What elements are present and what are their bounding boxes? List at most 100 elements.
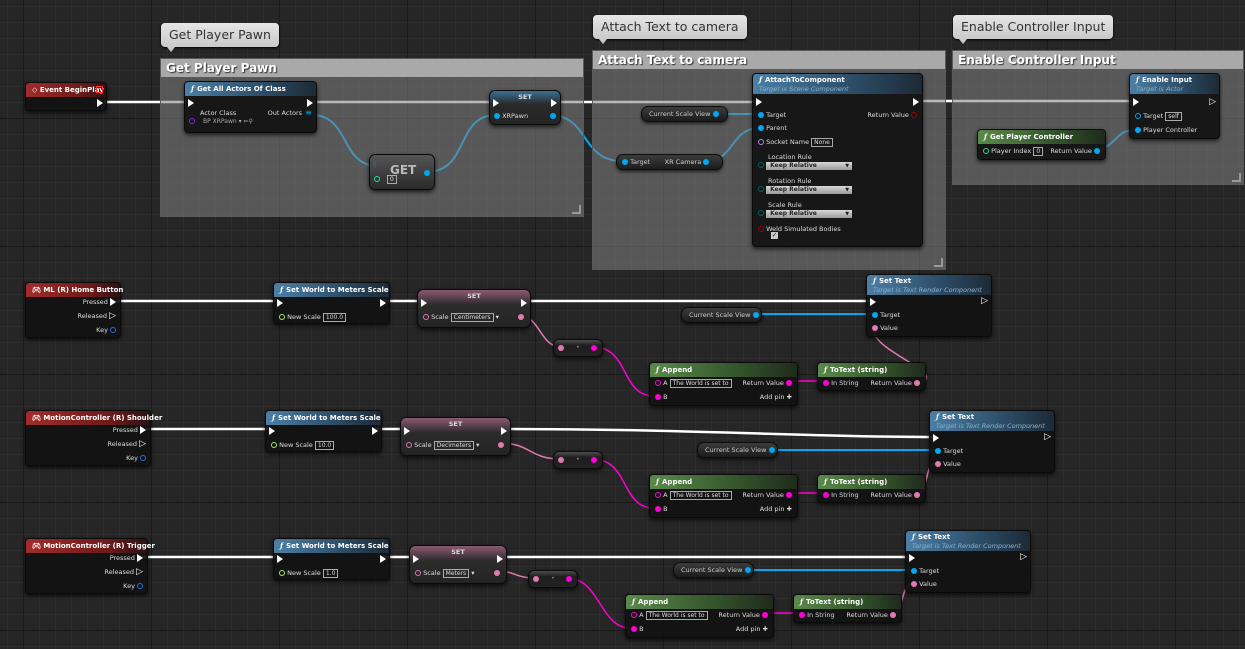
new-scale-input[interactable]: 1.0 <box>322 568 339 578</box>
exec-in-pin[interactable] <box>933 433 939 443</box>
comment-bubble-get-player-pawn[interactable]: Get Player Pawn <box>161 23 279 52</box>
released-pin[interactable]: Released ▷ <box>107 439 146 449</box>
actor-class-pin[interactable] <box>189 110 195 124</box>
get-all-actors-node[interactable]: ƒ Get All Actors Of Class Actor Class BP … <box>184 81 317 133</box>
exec-out-pin[interactable] <box>307 98 313 108</box>
rotation-rule-dropdown[interactable]: Keep Relative <box>766 186 853 194</box>
pressed-pin[interactable]: Pressed <box>110 553 143 563</box>
exec-in-pin[interactable] <box>756 97 762 107</box>
scale-rule-dropdown[interactable]: Keep Relative <box>766 210 853 218</box>
current-scale-view-variable[interactable]: Current Scale View <box>673 562 754 578</box>
set-text-node[interactable]: ƒ Set Text Target is Text Render Component… <box>905 530 1031 593</box>
rotation-rule-pin[interactable]: Keep Relative <box>758 184 853 194</box>
exec-in-pin[interactable] <box>909 553 915 563</box>
new-scale-pin[interactable]: New Scale 1.0 <box>279 568 339 578</box>
array-pin-icon[interactable]: ≡ <box>305 108 312 118</box>
b-pin[interactable]: B <box>655 504 668 514</box>
value-pin[interactable]: Value <box>872 323 898 333</box>
append-a-input[interactable]: The World is set to <box>669 378 732 388</box>
comment-bubble-enable-input[interactable]: Enable Controller Input <box>953 15 1114 44</box>
in-string-pin[interactable]: In String <box>823 378 859 388</box>
exec-in-pin[interactable] <box>421 298 427 308</box>
totext-node[interactable]: ƒ ToText (string) In String Return Value <box>793 594 902 623</box>
item-out-pin[interactable] <box>424 168 430 178</box>
scale-out-pin[interactable] <box>494 568 500 578</box>
append-node[interactable]: ƒ Append A The World is set to Return Val… <box>649 362 798 406</box>
a-pin[interactable]: A The World is set to <box>655 490 732 500</box>
a-pin[interactable]: A The World is set to <box>631 610 708 620</box>
append-node[interactable]: ƒ Append A The World is set to Return Val… <box>625 594 774 638</box>
target-pin[interactable]: Target <box>872 310 900 320</box>
player-controller-pin[interactable]: Player Controller <box>1135 125 1197 135</box>
value-pin[interactable]: Value <box>911 579 937 589</box>
target-pin[interactable]: Target <box>935 446 963 456</box>
in-pin[interactable] <box>558 455 564 465</box>
exec-in-pin[interactable] <box>277 554 283 564</box>
scale-enum-dropdown[interactable]: Decimeters <box>433 440 475 450</box>
delegate-pin-icon[interactable] <box>96 86 103 93</box>
get-player-controller-node[interactable]: ƒ Get Player Controller Player Index 0 Re… <box>977 129 1106 160</box>
return-value-pin[interactable]: Return Value <box>870 490 920 500</box>
scale-out-pin[interactable] <box>498 440 504 450</box>
b-pin[interactable]: B <box>631 624 644 634</box>
array-in-pin[interactable]: ⦙⦙ <box>373 160 377 170</box>
event-beginplay-node[interactable]: ◇ Event BeginPlay <box>25 82 107 111</box>
key-pin[interactable]: Key <box>96 325 116 335</box>
out-pin[interactable] <box>591 343 597 353</box>
in-pin[interactable] <box>533 574 539 584</box>
exec-in-pin[interactable] <box>277 298 283 308</box>
new-scale-pin[interactable]: New Scale 10.0 <box>271 440 335 450</box>
exec-in-pin[interactable] <box>188 98 194 108</box>
set-text-node[interactable]: ƒ Set Text Target is Text Render Component… <box>929 410 1055 473</box>
exec-out-pin[interactable] <box>551 98 557 108</box>
value-pin[interactable]: Value <box>935 459 961 469</box>
resize-handle[interactable] <box>934 258 943 267</box>
player-index-pin[interactable]: Player Index 0 <box>983 146 1044 156</box>
exec-in-pin[interactable] <box>870 297 876 307</box>
input-event-node[interactable]: 🎮︎ MotionController (R) Trigger Pressed … <box>25 538 155 594</box>
current-scale-view-variable[interactable]: Current Scale View <box>697 442 778 458</box>
enable-input-node[interactable]: ƒ Enable Input Target is Actor ▷ Target se… <box>1129 73 1220 139</box>
actor-class-dropdown[interactable]: BP XRPawn ▾ ⇐⚲ <box>203 117 253 127</box>
append-a-input[interactable]: The World is set to <box>645 610 708 620</box>
exec-in-pin[interactable] <box>404 426 410 436</box>
in-string-pin[interactable]: In String <box>823 490 859 500</box>
set-world-to-meters-node[interactable]: ƒ Set World to Meters Scale New Scale 10.… <box>265 410 382 452</box>
scale-enum-dropdown[interactable]: Meters <box>442 568 470 578</box>
b-pin[interactable]: B <box>655 392 668 402</box>
new-scale-input[interactable]: 10.0 <box>314 440 335 450</box>
key-pin[interactable]: Key <box>123 581 143 591</box>
append-node[interactable]: ƒ Append A The World is set to Return Val… <box>649 474 798 518</box>
scale-pin[interactable]: Scale Decimeters ▾ <box>406 440 479 450</box>
scale-out-pin[interactable] <box>518 312 524 322</box>
exec-out-pin[interactable]: ▷ <box>1044 432 1051 442</box>
exec-out-pin[interactable]: ▷ <box>1020 552 1027 562</box>
totext-node[interactable]: ƒ ToText (string) In String Return Value <box>817 474 926 503</box>
xrpawn-out-pin[interactable] <box>550 111 556 121</box>
socket-name-pin[interactable]: Socket Name None <box>758 137 833 147</box>
enum-to-string-node[interactable]: • <box>528 570 578 588</box>
exec-out-pin[interactable] <box>497 554 503 564</box>
exec-in-pin[interactable] <box>1133 97 1139 107</box>
exec-out-pin[interactable] <box>97 98 103 108</box>
scale-enum-dropdown[interactable]: Centimeters <box>450 312 494 322</box>
released-pin[interactable]: Released ▷ <box>104 567 143 577</box>
set-text-node[interactable]: ƒ Set Text Target is Text Render Component… <box>866 274 992 337</box>
scale-pin[interactable]: Scale Meters ▾ <box>415 568 475 578</box>
input-event-node[interactable]: 🎮︎ MotionController (R) Shoulder Pressed… <box>25 410 162 466</box>
exec-in-pin[interactable] <box>269 426 275 436</box>
new-scale-input[interactable]: 100.0 <box>322 312 347 322</box>
weld-checkbox[interactable]: ✓ <box>771 232 778 239</box>
exec-out-pin[interactable] <box>372 426 378 436</box>
return-value-pin[interactable]: Return Value <box>846 610 896 620</box>
scale-pin[interactable]: Scale Centimeters ▾ <box>423 312 499 322</box>
exec-out-pin[interactable]: ▷ <box>1209 97 1216 107</box>
location-rule-pin[interactable]: Keep Relative <box>758 160 853 170</box>
set-xrpawn-node[interactable]: SET XRPawn <box>489 90 561 125</box>
scale-rule-pin[interactable]: Keep Relative <box>758 208 853 218</box>
exec-out-pin[interactable] <box>913 97 919 107</box>
add-pin-button[interactable]: Add pin ✚ <box>760 504 792 514</box>
resize-handle[interactable] <box>572 205 581 214</box>
parent-pin[interactable]: Parent <box>758 123 787 133</box>
current-scale-view-variable[interactable]: Current Scale View <box>641 106 728 122</box>
